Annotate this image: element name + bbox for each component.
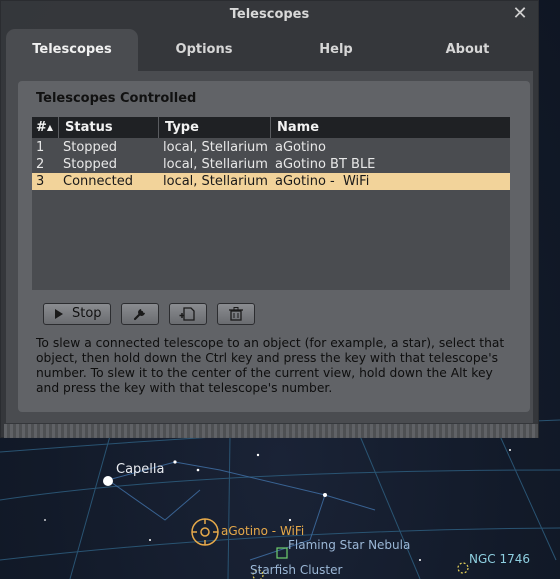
telescopes-table[interactable]: #▲ Status Type Name 1 Stopped local, Ste… xyxy=(32,117,510,290)
cell-type: local, Stellarium xyxy=(163,174,268,189)
cell-status: Connected xyxy=(63,174,134,189)
cell-number: 1 xyxy=(36,140,45,155)
configure-button[interactable] xyxy=(121,303,159,325)
add-document-icon xyxy=(179,307,195,321)
tab-options[interactable]: Options xyxy=(138,29,270,71)
add-button[interactable] xyxy=(169,303,207,325)
titlebar[interactable]: Telescopes ✕ xyxy=(1,1,538,29)
play-icon xyxy=(55,309,63,319)
stop-button[interactable]: Stop xyxy=(43,303,111,325)
sky-label-telescope: aGotino - WiFi xyxy=(221,524,305,538)
help-text: To slew a connected telescope to an obje… xyxy=(36,336,505,395)
wrench-icon xyxy=(133,309,145,321)
column-header-name[interactable]: Name xyxy=(271,117,510,138)
trash-icon xyxy=(229,307,243,321)
column-header-type[interactable]: Type xyxy=(159,117,271,138)
cell-status: Stopped xyxy=(63,140,118,155)
table-row-selected[interactable]: 3 Connected local, Stellarium aGotino - … xyxy=(32,173,510,190)
capella-star xyxy=(103,476,113,486)
cell-name: aGotino BT BLE xyxy=(275,157,376,172)
telescopes-dialog: Telescopes ✕ Telescopes Options Help Abo… xyxy=(0,0,539,438)
cell-type: local, Stellarium xyxy=(163,140,268,155)
cell-status: Stopped xyxy=(63,157,118,172)
sky-label-starfish-cluster: Starfish Cluster xyxy=(250,563,343,577)
sort-ascending-icon: ▲ xyxy=(46,123,54,132)
sky-label-flaming-star-nebula: Flaming Star Nebula xyxy=(288,538,411,552)
cell-number: 3 xyxy=(36,174,45,189)
telescopes-controlled-group: Telescopes Controlled #▲ Status Type Nam… xyxy=(18,81,530,412)
tab-help[interactable]: Help xyxy=(270,29,402,71)
table-row[interactable]: 1 Stopped local, Stellarium aGotino xyxy=(32,139,510,156)
tab-about[interactable]: About xyxy=(402,29,533,71)
remove-button[interactable] xyxy=(217,303,255,325)
column-header-number[interactable]: #▲ xyxy=(32,117,59,138)
window-title: Telescopes xyxy=(229,7,310,22)
cell-name: aGotino xyxy=(275,140,326,155)
tab-telescopes[interactable]: Telescopes xyxy=(6,29,138,71)
sky-label-capella: Capella xyxy=(116,462,165,477)
section-title: Telescopes Controlled xyxy=(36,91,197,106)
table-row[interactable]: 2 Stopped local, Stellarium aGotino BT B… xyxy=(32,156,510,173)
cell-name: aGotino - WiFi xyxy=(275,174,370,189)
telescope-reticle xyxy=(191,518,219,546)
close-icon[interactable]: ✕ xyxy=(510,4,530,24)
cell-number: 2 xyxy=(36,157,45,172)
resize-grip[interactable] xyxy=(4,424,538,438)
cell-type: local, Stellarium xyxy=(163,157,268,172)
sky-label-ngc1746: NGC 1746 xyxy=(469,552,531,566)
column-header-status[interactable]: Status xyxy=(59,117,159,138)
table-header: #▲ Status Type Name xyxy=(32,117,510,138)
tab-panel: Telescopes Controlled #▲ Status Type Nam… xyxy=(6,71,533,423)
tab-bar: Telescopes Options Help About xyxy=(6,29,533,71)
